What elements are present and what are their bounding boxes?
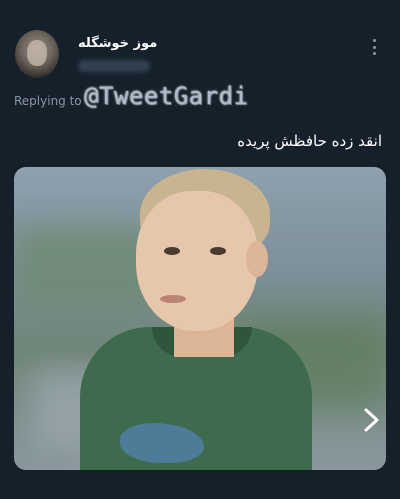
child-ear [246, 241, 268, 277]
tweet-text: انقد زده حافظش پریده [237, 132, 382, 150]
more-options-button[interactable] [364, 36, 384, 58]
dot-icon [372, 39, 376, 42]
dot-icon [372, 45, 376, 49]
tweet-media-image[interactable] [14, 167, 386, 470]
author-handle-blurred [78, 60, 150, 72]
child-face [136, 191, 258, 331]
avatar-face [27, 40, 47, 66]
chevron-right-icon[interactable] [357, 405, 386, 435]
author-avatar[interactable] [15, 30, 59, 78]
watermark: @TweetGardi [84, 82, 249, 110]
dot-icon [372, 52, 376, 55]
child-eye [210, 247, 226, 255]
background-foliage [14, 227, 154, 307]
child-mouth [160, 295, 186, 303]
child-eye [164, 247, 180, 255]
replying-to-label: Replying to [14, 94, 82, 108]
author-display-name[interactable]: موز خوشگله [78, 36, 157, 51]
